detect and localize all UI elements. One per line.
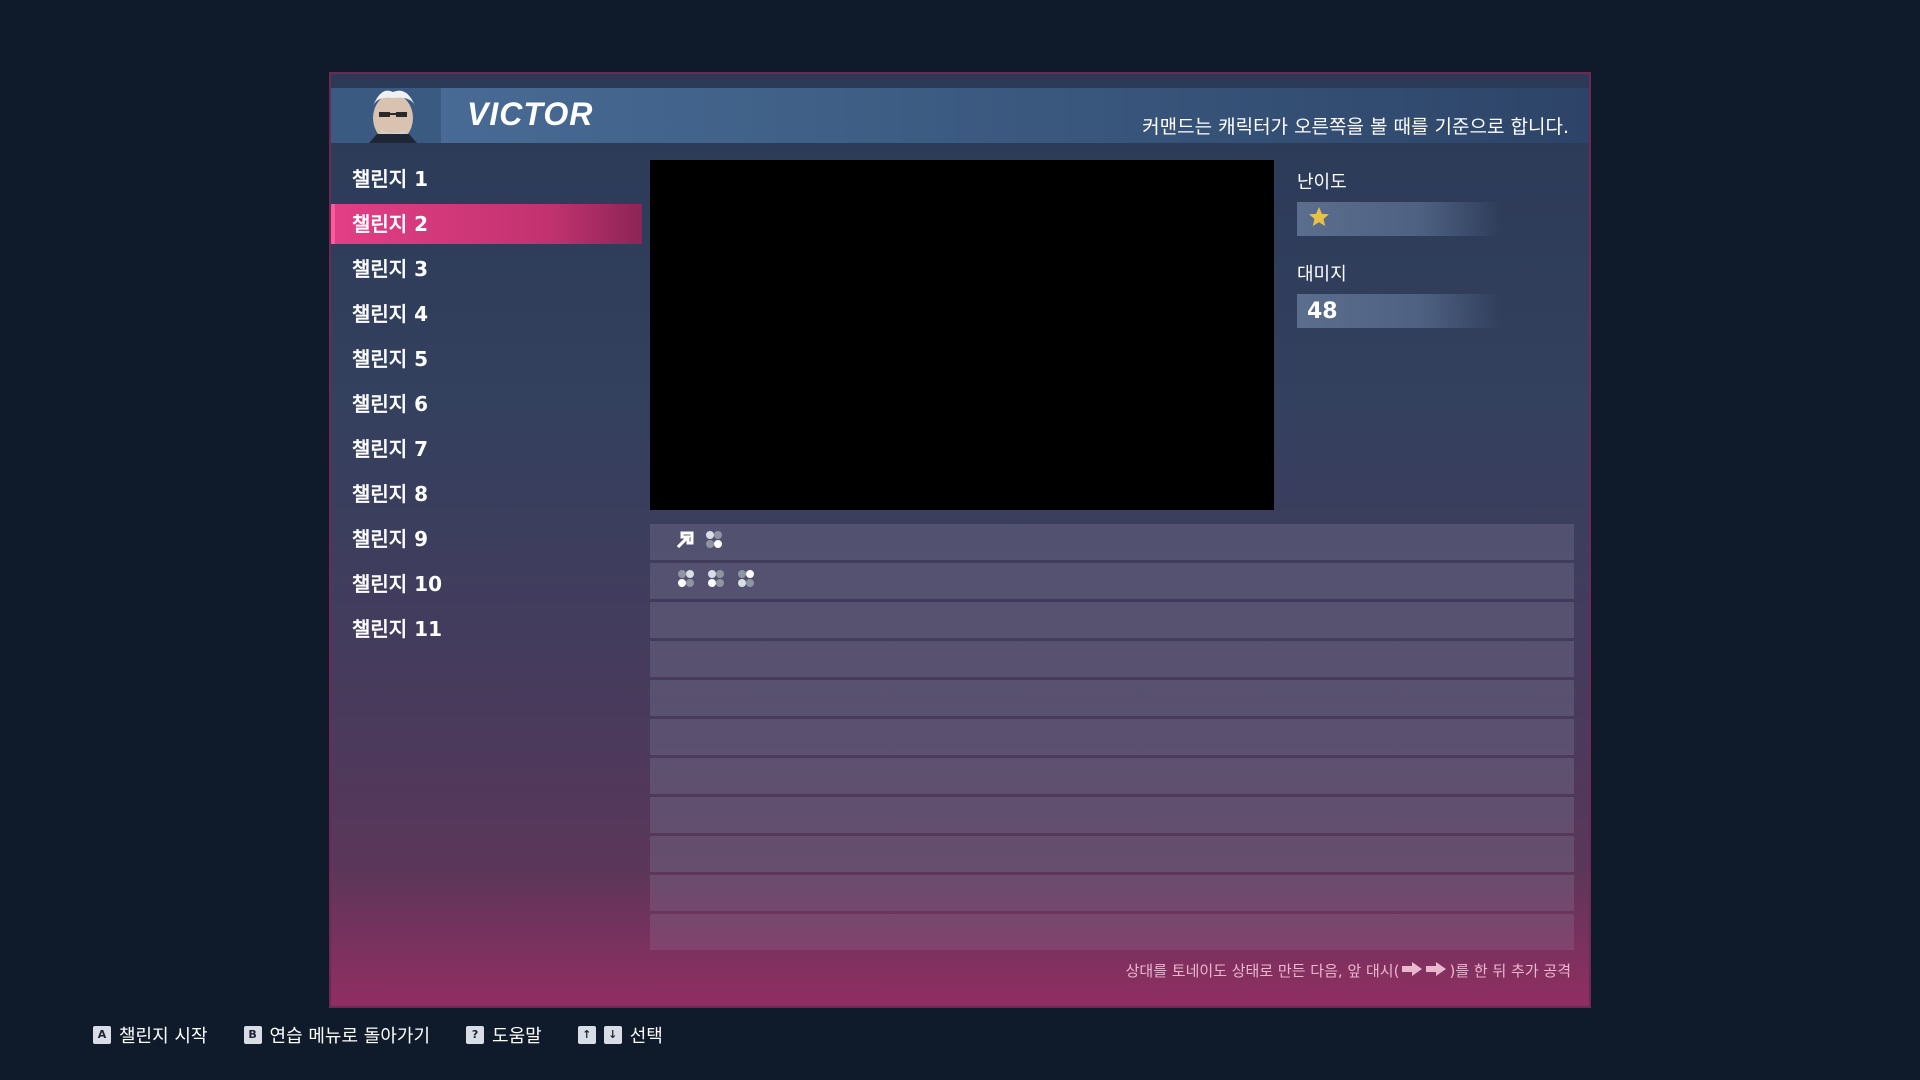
select-label: 선택: [629, 1026, 663, 1047]
command-row: [650, 797, 1574, 833]
damage-label: 대미지: [1297, 264, 1347, 285]
back-to-practice-label: 연습 메뉴로 돌아가기: [269, 1026, 431, 1047]
challenge-item-3[interactable]: 챌린지 3: [331, 249, 642, 289]
stats-panel: 난이도 대미지 48: [1297, 168, 1557, 352]
video-preview: [650, 160, 1274, 510]
damage-box: 48: [1297, 294, 1501, 328]
challenge-item-10[interactable]: 챌린지 10: [331, 564, 642, 604]
help-label: 도움말: [492, 1026, 542, 1047]
description-suffix: )를 한 뒤 추가 공격: [1449, 962, 1571, 980]
button-prompt-icon: A: [93, 1026, 111, 1044]
command-row: [650, 875, 1574, 911]
challenge-item-1[interactable]: 챌린지 1: [331, 159, 642, 199]
forward-arrow-icon: [1401, 961, 1423, 981]
character-portrait: [331, 88, 441, 143]
challenge-item-8[interactable]: 챌린지 8: [331, 474, 642, 514]
button-cluster-icon: [704, 567, 728, 595]
star-icon: [1307, 205, 1331, 233]
command-row: [650, 524, 1574, 560]
back-to-practice-hint[interactable]: B 연습 메뉴로 돌아가기: [243, 1022, 431, 1048]
forward-arrow-icon: [1425, 961, 1447, 981]
command-orientation-note: 커맨드는 캐릭터가 오른쪽을 볼 때를 기준으로 합니다.: [1142, 116, 1569, 138]
command-row: [650, 758, 1574, 794]
challenge-item-5[interactable]: 챌린지 5: [331, 339, 642, 379]
challenge-description: 상대를 토네이도 상태로 만든 다음, 앞 대시( )를 한 뒤 추가 공격: [1126, 960, 1571, 981]
challenge-item-11[interactable]: 챌린지 11: [331, 609, 642, 649]
button-prompt-icon: ?: [466, 1026, 485, 1044]
challenge-panel: VICTOR 커맨드는 캐릭터가 오른쪽을 볼 때를 기준으로 합니다. 챌린지…: [329, 72, 1591, 1008]
command-row: [650, 563, 1574, 599]
arrow-up-forward-icon: [674, 529, 696, 555]
button-cluster-icon: [674, 567, 698, 595]
command-row: [650, 680, 1574, 716]
start-challenge-label: 챌린지 시작: [119, 1026, 208, 1047]
command-row: [650, 641, 1574, 677]
command-row: [650, 836, 1574, 872]
command-row: [650, 914, 1574, 950]
bottom-hint-bar: A 챌린지 시작 B 연습 메뉴로 돌아가기 ? 도움말 ↑ ↓ 선택: [93, 1020, 699, 1050]
command-list: [650, 524, 1574, 953]
damage-value: 48: [1307, 298, 1338, 324]
difficulty-box: [1297, 202, 1501, 236]
challenge-item-6[interactable]: 챌린지 6: [331, 384, 642, 424]
button-cluster-icon: [734, 567, 758, 595]
challenge-item-4[interactable]: 챌린지 4: [331, 294, 642, 334]
command-row: [650, 602, 1574, 638]
button-cluster-icon: [702, 528, 726, 556]
challenge-item-9[interactable]: 챌린지 9: [331, 519, 642, 559]
command-row: [650, 719, 1574, 755]
header-bar: VICTOR 커맨드는 캐릭터가 오른쪽을 볼 때를 기준으로 합니다.: [331, 88, 1589, 143]
up-arrow-icon: ↑: [577, 1026, 596, 1044]
select-hint[interactable]: ↑ ↓ 선택: [577, 1022, 663, 1048]
character-name: VICTOR: [467, 96, 594, 132]
description-prefix: 상대를 토네이도 상태로 만든 다음, 앞 대시(: [1125, 962, 1400, 980]
down-arrow-icon: ↓: [603, 1026, 622, 1044]
difficulty-label: 난이도: [1297, 172, 1347, 193]
help-hint[interactable]: ? 도움말: [466, 1022, 542, 1048]
button-prompt-icon: B: [243, 1026, 262, 1044]
challenge-item-7[interactable]: 챌린지 7: [331, 429, 642, 469]
challenge-list: 챌린지 1 챌린지 2 챌린지 3 챌린지 4 챌린지 5 챌린지 6 챌린지 …: [331, 159, 642, 654]
challenge-item-2[interactable]: 챌린지 2: [331, 204, 642, 244]
start-challenge-hint[interactable]: A 챌린지 시작: [93, 1022, 208, 1048]
